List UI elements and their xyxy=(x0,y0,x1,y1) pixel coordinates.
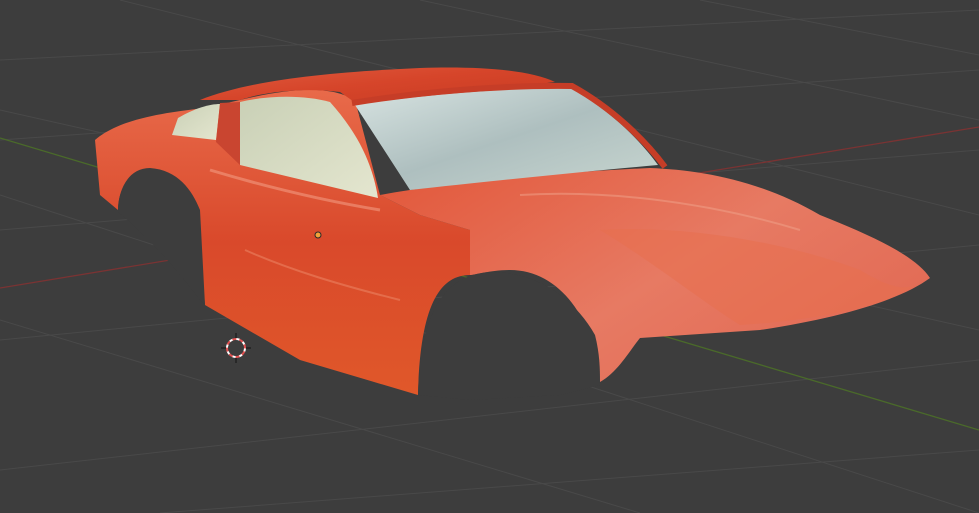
car-body-mesh[interactable] xyxy=(95,67,930,400)
viewport-canvas[interactable] xyxy=(0,0,979,513)
3d-cursor-icon[interactable] xyxy=(221,333,251,363)
3d-viewport[interactable] xyxy=(0,0,979,513)
car-side-window-rear xyxy=(172,104,220,140)
object-origin-dot[interactable] xyxy=(314,231,322,239)
